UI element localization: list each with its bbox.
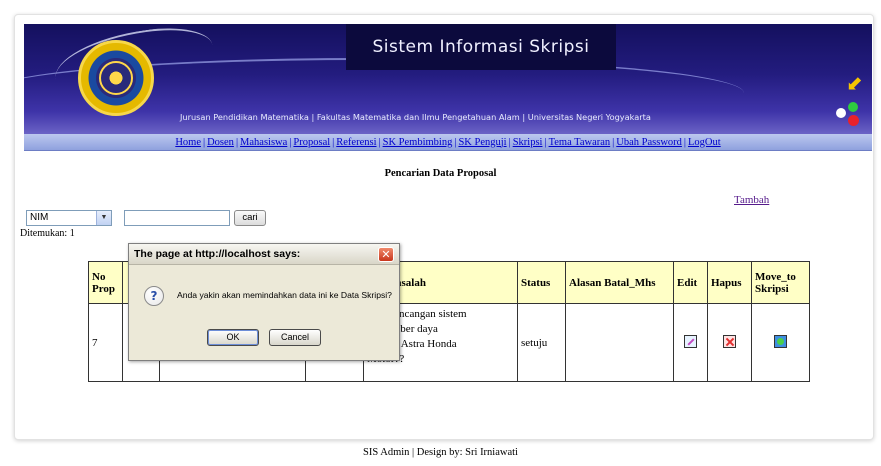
search-input[interactable]: [124, 210, 230, 226]
header-edit: Edit: [673, 261, 708, 304]
header-hapus: Hapus: [707, 261, 752, 304]
nav-sk-pembimbing[interactable]: SK Pembimbing: [383, 137, 453, 148]
nav-logout[interactable]: LogOut: [688, 137, 721, 148]
confirm-dialog: The page at http://localhost says: ✕ ? A…: [128, 243, 400, 361]
nav-sk-penguji[interactable]: SK Penguji: [458, 137, 506, 148]
delete-icon[interactable]: [723, 334, 736, 348]
add-link[interactable]: Tambah: [734, 194, 769, 206]
dialog-titlebar: The page at http://localhost says: ✕: [129, 244, 399, 265]
nav-mahasiswa[interactable]: Mahasiswa: [240, 137, 287, 148]
search-field-value: NIM: [30, 212, 49, 223]
edit-icon[interactable]: [684, 334, 697, 348]
colored-dots-icon: [836, 102, 866, 128]
cell-no-prop: 7: [88, 303, 123, 382]
header-no-prop: No Prop: [88, 261, 123, 304]
header-status: Status: [517, 261, 566, 304]
nav-dosen[interactable]: Dosen: [207, 137, 234, 148]
page-title: Pencarian Data Proposal: [384, 168, 497, 179]
cell-edit: [673, 303, 708, 382]
header-alasan: Alasan Batal_Mhs: [565, 261, 674, 304]
results-count: Ditemukan: 1: [20, 228, 75, 239]
site-title: Sistem Informasi Skripsi: [346, 24, 616, 70]
nav-ubah-password[interactable]: Ubah Password: [616, 137, 682, 148]
ok-button[interactable]: OK: [207, 329, 259, 346]
chevron-down-icon[interactable]: ▼: [96, 211, 111, 225]
question-icon: ?: [144, 286, 164, 306]
nav-referensi[interactable]: Referensi: [336, 137, 376, 148]
nav-home[interactable]: Home: [175, 137, 201, 148]
site-subtitle: Jurusan Pendidikan Matematika | Fakultas…: [180, 112, 651, 122]
cancel-button[interactable]: Cancel: [269, 329, 321, 346]
header-banner: Sistem Informasi Skripsi Jurusan Pendidi…: [24, 24, 872, 136]
close-icon[interactable]: ✕: [378, 247, 394, 262]
nav-tema-tawaran[interactable]: Tema Tawaran: [549, 137, 611, 148]
search-button[interactable]: cari: [234, 210, 266, 226]
cell-status: setuju: [517, 303, 566, 382]
move-to-skripsi-icon[interactable]: [774, 334, 787, 348]
cell-move: [751, 303, 810, 382]
university-logo: [78, 40, 154, 116]
header-move: Move_to Skripsi: [751, 261, 810, 304]
nav-proposal[interactable]: Proposal: [293, 137, 330, 148]
cell-hapus: [707, 303, 752, 382]
dialog-message: Anda yakin akan memindahkan data ini ke …: [177, 290, 392, 300]
arrow-down-left-icon: ⬋: [846, 71, 863, 95]
logo-emblem: [99, 61, 133, 95]
search-field-select[interactable]: NIM ▼: [26, 210, 112, 226]
cell-alasan: [565, 303, 674, 382]
dialog-title: The page at http://localhost says:: [134, 248, 301, 260]
nav-skripsi[interactable]: Skripsi: [513, 137, 543, 148]
footer: SIS Admin | Design by: Sri Irniawati: [363, 447, 518, 458]
main-nav: Home | Dosen | Mahasiswa | Proposal | Refere…: [24, 134, 872, 151]
